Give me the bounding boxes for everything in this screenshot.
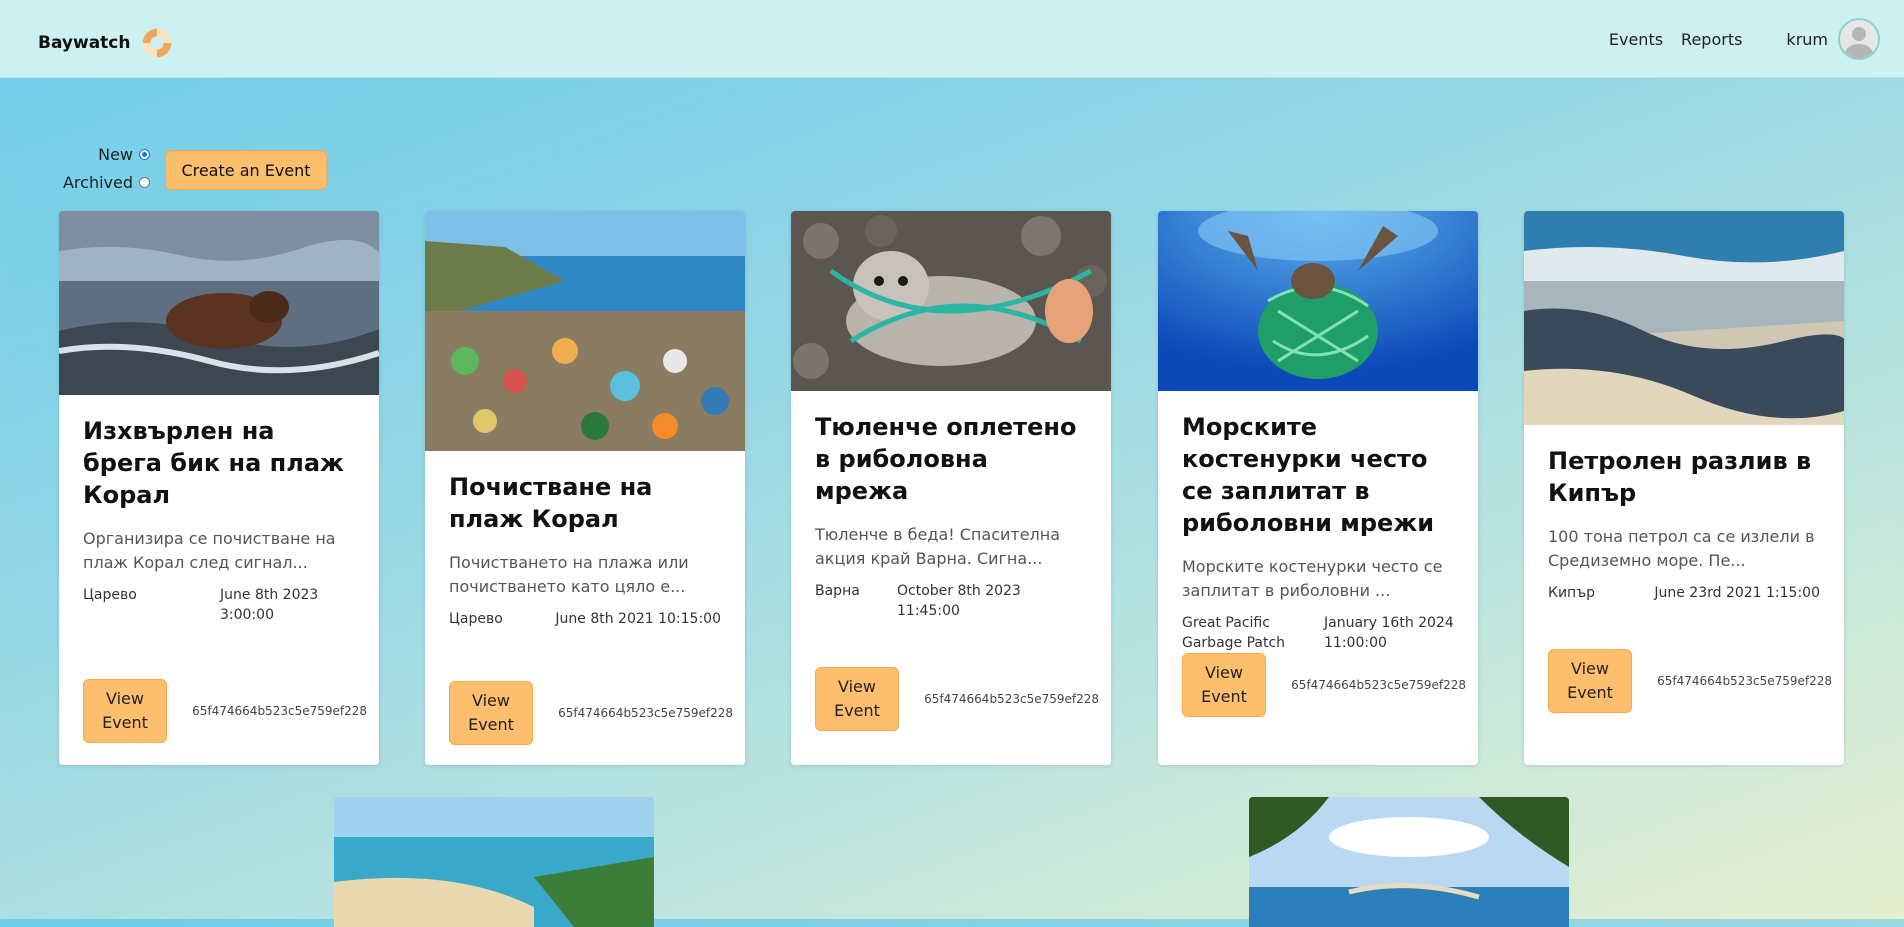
event-location: Царево [83,587,137,603]
event-date: June 8th 2021 10:15:00 [555,611,721,627]
event-id: 65f474664b523c5e759ef228 [924,692,1099,706]
brand-name[interactable]: Baywatch [38,33,130,53]
view-event-button[interactable]: View Event [1548,649,1632,713]
view-event-button[interactable]: View Event [83,679,167,743]
event-title: Тюленче оплетено в риболовна мрежа [815,413,1077,505]
event-description: Организира се почистване на плаж Корал с… [83,529,336,572]
event-title: Петролен разлив в Кипър [1548,447,1812,507]
event-location: Great Pacific Garbage Patch [1182,615,1286,651]
event-image-oil-spill [1524,211,1844,425]
event-image-beach-trash [425,211,745,451]
event-location: Кипър [1548,585,1595,601]
event-image-seal [791,211,1111,391]
filter-new-radio[interactable] [139,148,150,160]
event-description: Почистването на плажа или почистването к… [449,553,689,596]
event-date: October 8th 2023 11:45:00 [897,583,1021,619]
filter-archived-radio[interactable] [139,176,150,188]
brand[interactable]: Baywatch [38,24,176,62]
event-image-turtle [1158,211,1478,391]
event-title: Изхвърлен на брега бик на плаж Корал [83,417,344,509]
event-title: Морските костенурки често се заплитат в … [1182,413,1435,537]
event-id: 65f474664b523c5e759ef228 [1657,674,1832,688]
lifebuoy-icon [143,28,172,58]
event-card: Почистване на плаж Корал Почистването на… [425,211,745,765]
event-description: Морските костенурки често се заплитат в … [1182,557,1443,600]
user-avatar-icon[interactable] [1838,18,1880,60]
create-event-button[interactable]: Create an Event [165,150,327,190]
filter-archived-label: Archived [62,172,133,192]
nav-events-link[interactable]: Events [1609,30,1663,49]
event-image-bull [59,211,379,395]
event-date: June 23rd 2021 1:15:00 [1654,585,1820,601]
event-image-river-beach [334,797,654,927]
view-event-button[interactable]: View Event [1182,653,1266,717]
event-card: Тюленче оплетено в риболовна мрежа Тюлен… [791,211,1111,765]
user-name[interactable]: krum [1786,30,1828,49]
event-filter: New Archived [50,140,150,196]
nav-reports-link[interactable]: Reports [1681,30,1742,49]
event-image-forest-cove [1249,797,1569,927]
event-date: June 8th 2023 3:00:00 [220,587,319,623]
event-location: Царево [449,611,503,627]
view-event-button[interactable]: View Event [449,681,533,745]
view-event-button[interactable]: View Event [815,667,899,731]
filter-new[interactable]: New [50,140,150,168]
event-description: Тюленче в беда! Спасителна акция край Ва… [815,525,1061,568]
event-card: Изхвърлен на брега бик на плаж Корал Орг… [59,211,379,765]
filter-archived[interactable]: Archived [50,168,150,196]
event-date: January 16th 2024 11:00:00 [1324,615,1454,651]
event-location: Варна [815,583,860,599]
filter-new-label: New [98,144,133,164]
nav-menu: Events Reports krum [1591,18,1880,60]
event-card: Петролен разлив в Кипър 100 тона петрол … [1524,211,1844,765]
event-description: 100 тона петрол са се излели в Средиземн… [1548,527,1815,570]
top-navbar: Baywatch Events Reports krum [0,0,1904,78]
event-id: 65f474664b523c5e759ef228 [1291,678,1466,692]
event-id: 65f474664b523c5e759ef228 [192,704,367,718]
event-card: Морските костенурки често се заплитат в … [1158,211,1478,765]
event-id: 65f474664b523c5e759ef228 [558,706,733,720]
event-title: Почистване на плаж Корал [449,473,653,533]
